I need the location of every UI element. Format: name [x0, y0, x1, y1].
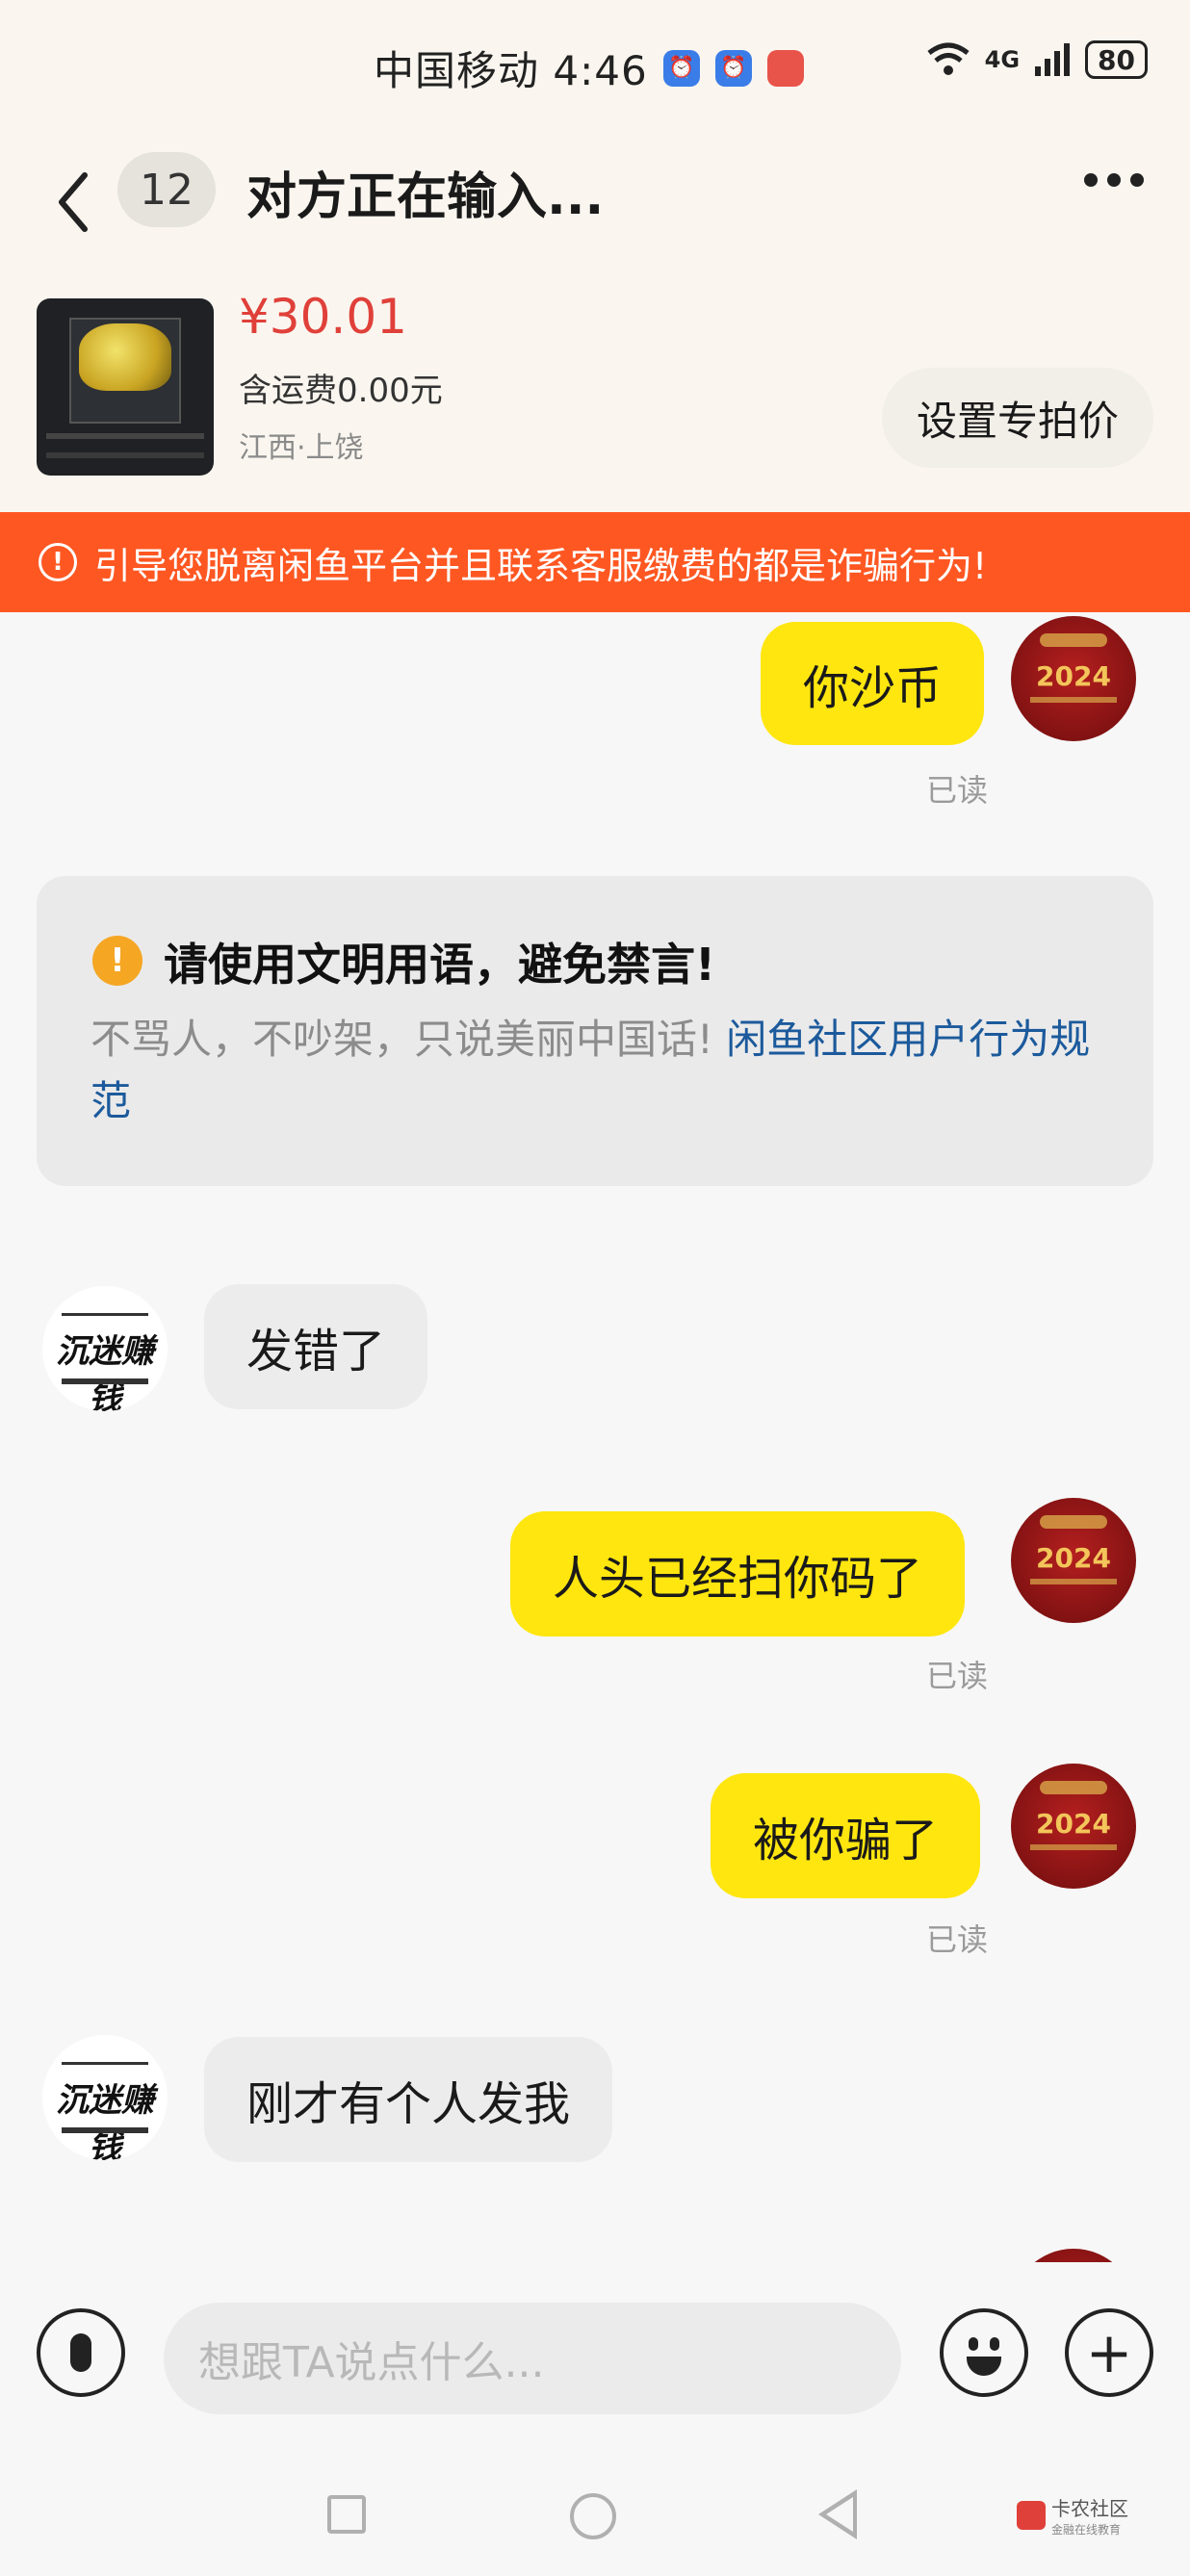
other-user-avatar[interactable]: 沉迷赚钱 — [42, 2035, 168, 2160]
avatar-year-text: 2024 — [1036, 1542, 1111, 1574]
message-text: 发错了 — [246, 1325, 386, 1378]
page-title: 对方正在输入... — [246, 168, 605, 226]
notice-body: 不骂人，不吵架，只说美丽中国话! 闲鱼社区用户行为规范 — [91, 1009, 1111, 1132]
app-notification-icon — [766, 49, 804, 87]
watermark-title: 卡农社区 — [1051, 2497, 1128, 2520]
voice-input-icon[interactable] — [37, 2308, 125, 2397]
chat-header: 12 对方正在输入... — [0, 135, 1190, 289]
my-avatar[interactable]: 2024 — [1011, 1498, 1136, 1623]
carrier-time: 中国移动 4:46 — [374, 47, 648, 94]
read-status: 已读 — [926, 1658, 989, 1694]
message-bubble-outgoing[interactable]: 人头已经扫你码了 — [510, 1511, 966, 1636]
message-text: 人头已经扫你码了 — [553, 1552, 923, 1606]
product-card[interactable]: ¥30.01 含运费0.00元 江西·上饶 设置专拍价 — [0, 289, 1190, 512]
my-avatar[interactable]: 2024 — [1011, 1764, 1136, 1889]
home-icon[interactable] — [570, 2493, 616, 2539]
status-bar: 中国移动 4:46 ⏰ ⏰ 4G 80 — [0, 0, 1190, 135]
message-input-bar: 想跟TA说点什么... + — [0, 2262, 1190, 2455]
back-arrow-icon[interactable] — [46, 164, 104, 241]
product-location: 江西·上饶 — [239, 431, 364, 465]
alarm-icon: ⏰ — [662, 49, 700, 87]
emoji-icon[interactable] — [940, 2308, 1028, 2397]
read-status: 已读 — [926, 1921, 989, 1958]
more-options-icon[interactable] — [1084, 173, 1144, 187]
fraud-warning-banner: ! 引导您脱离闲鱼平台并且联系客服缴费的都是诈骗行为! — [0, 512, 1190, 612]
read-status: 已读 — [926, 772, 989, 809]
system-navigation-bar: 卡农社区 金融在线教育 — [0, 2455, 1190, 2576]
unread-count-badge: 12 — [117, 152, 216, 227]
back-icon[interactable] — [818, 2489, 857, 2539]
message-text: 刚才有个人发我 — [246, 2077, 571, 2131]
alarm-icon-2: ⏰ — [714, 49, 752, 87]
notice-heading: 请使用文明用语，避免禁言! — [164, 939, 715, 991]
chat-messages[interactable]: 你沙币 2024 已读 ! 请使用文明用语，避免禁言! 不骂人，不吵架，只说美丽… — [0, 612, 1190, 2262]
watermark-subtitle: 金融在线教育 — [1051, 2523, 1122, 2537]
avatar-year-text: 2024 — [1036, 660, 1111, 692]
message-bubble-incoming[interactable]: 刚才有个人发我 — [204, 2037, 613, 2162]
message-bubble-incoming[interactable]: 发错了 — [204, 1284, 428, 1409]
civility-notice: ! 请使用文明用语，避免禁言! 不骂人，不吵架，只说美丽中国话! 闲鱼社区用户行… — [37, 876, 1153, 1186]
avatar-logo-text: 沉迷赚钱 — [56, 2081, 154, 2160]
exclamation-icon: ! — [92, 936, 142, 986]
watermark-logo-icon — [1017, 2501, 1046, 2530]
warning-text: 引导您脱离闲鱼平台并且联系客服缴费的都是诈骗行为! — [94, 544, 988, 587]
my-avatar-partial[interactable] — [1011, 2249, 1136, 2262]
status-center: 中国移动 4:46 ⏰ ⏰ — [374, 39, 804, 97]
wifi-icon — [927, 42, 970, 75]
message-bubble-outgoing[interactable]: 你沙币 — [761, 622, 985, 745]
other-user-avatar[interactable]: 沉迷赚钱 — [42, 1286, 168, 1411]
add-attachment-icon[interactable]: + — [1065, 2308, 1153, 2397]
message-bubble-outgoing[interactable]: 被你骗了 — [711, 1773, 981, 1898]
watermark: 卡农社区 金融在线教育 — [1017, 2493, 1128, 2537]
message-text: 被你骗了 — [753, 1814, 939, 1868]
message-text: 你沙币 — [803, 661, 943, 715]
network-type: 4G — [984, 46, 1021, 73]
avatar-year-text: 2024 — [1036, 1808, 1111, 1840]
shipping-fee: 含运费0.00元 — [239, 372, 443, 410]
status-right: 4G 80 — [925, 40, 1148, 79]
notice-body-text: 不骂人，不吵架，只说美丽中国话! — [91, 1016, 713, 1063]
signal-icon — [1035, 43, 1071, 76]
product-thumbnail[interactable] — [37, 298, 214, 476]
product-price: ¥30.01 — [239, 289, 407, 345]
warning-icon: ! — [39, 543, 77, 581]
set-special-price-button[interactable]: 设置专拍价 — [881, 368, 1153, 468]
recent-apps-icon[interactable] — [327, 2495, 366, 2534]
my-avatar[interactable]: 2024 — [1011, 616, 1136, 741]
battery-indicator: 80 — [1085, 40, 1148, 79]
avatar-logo-text: 沉迷赚钱 — [56, 1332, 154, 1411]
message-input[interactable]: 想跟TA说点什么... — [164, 2303, 901, 2414]
